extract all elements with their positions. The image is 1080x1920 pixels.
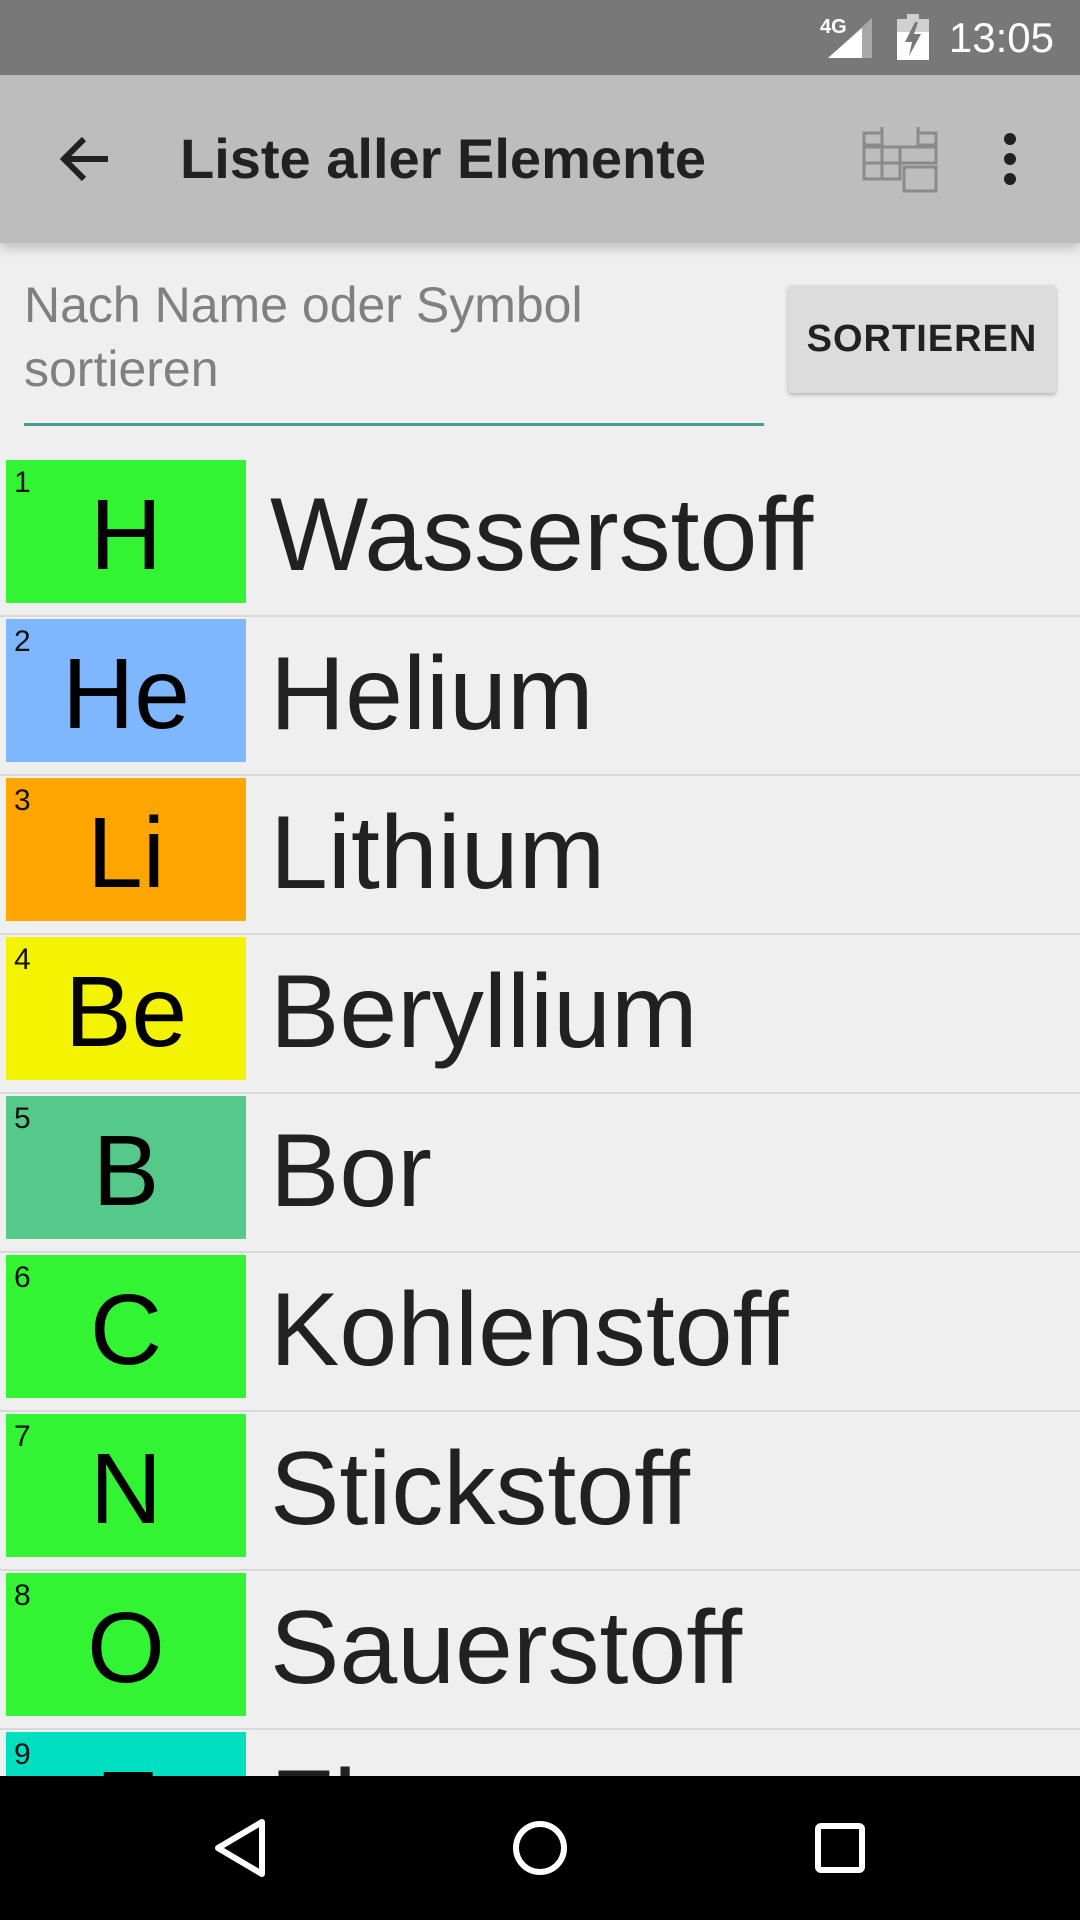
element-atomic-number: 9 [14, 1738, 31, 1771]
element-atomic-number: 4 [14, 943, 31, 976]
page-title: Liste aller Elemente [180, 127, 707, 190]
element-row[interactable]: F9 Fluor [0, 1730, 1080, 1776]
element-atomic-number: 1 [14, 466, 31, 499]
search-row: SORTIEREN [0, 243, 1080, 458]
element-atomic-number: 3 [14, 784, 31, 817]
element-name: Kohlenstoff [270, 1272, 789, 1388]
element-atomic-number: 8 [14, 1579, 31, 1612]
battery-charging-icon [897, 14, 929, 60]
periodic-table-icon [862, 127, 938, 193]
periodic-table-view-button[interactable] [852, 119, 948, 199]
element-symbol: He [62, 638, 190, 750]
element-atomic-number: 5 [14, 1102, 31, 1135]
element-row[interactable]: C 6 Kohlenstoff [0, 1253, 1080, 1412]
element-name: Wasserstoff [270, 477, 814, 593]
nav-home-button[interactable] [490, 1798, 590, 1898]
screen: 4G 13:05 Liste aller Elemente Nach Name … [0, 0, 1080, 1920]
app-toolbar: Liste aller Elemente [0, 75, 1080, 243]
element-symbol: Li [87, 797, 165, 909]
element-row[interactable]: B 5 Bor [0, 1094, 1080, 1253]
element-tile: H1 [6, 460, 246, 603]
arrow-back-icon [59, 136, 108, 182]
element-row[interactable]: N 7 Stickstoff [0, 1412, 1080, 1571]
element-name: Bor [270, 1113, 432, 1229]
element-name: Beryllium [270, 954, 698, 1070]
element-row[interactable]: He 2 Helium [0, 617, 1080, 776]
status-clock: 13:05 [948, 14, 1054, 61]
navigation-bar [0, 1776, 1080, 1920]
element-name: Fluor [270, 1746, 507, 1776]
element-row[interactable]: O 8 Sauerstoff [0, 1571, 1080, 1730]
element-tile: O8 [6, 1573, 246, 1716]
element-atomic-number: 2 [14, 625, 31, 658]
element-symbol: C [89, 1274, 163, 1386]
element-list[interactable]: H 1 Wasserstoff He 2 Helium Li 3 Lithium Be 4 Beryl… [0, 458, 1080, 1776]
element-tile: Li 3 [6, 778, 246, 921]
element-tile: C6 [6, 1255, 246, 1398]
nav-back-icon [215, 1819, 265, 1877]
nav-recents-icon [815, 1823, 865, 1873]
element-name: Sauerstoff [270, 1590, 743, 1706]
back-button[interactable] [34, 109, 134, 209]
element-row[interactable]: H 1 Wasserstoff [0, 458, 1080, 617]
element-tile: He 2 [6, 619, 246, 762]
element-row[interactable]: Li 3 Lithium [0, 776, 1080, 935]
element-symbol: N [89, 1433, 163, 1545]
nav-home-icon [513, 1821, 567, 1875]
element-symbol: O [87, 1592, 165, 1704]
element-symbol: F [6, 1732, 246, 1776]
element-symbol: B [92, 1115, 160, 1227]
element-tile: F9 [6, 1732, 246, 1776]
element-name: Lithium [270, 795, 606, 911]
element-row[interactable]: Be 4 Beryllium [0, 935, 1080, 1094]
overflow-menu-button[interactable] [980, 119, 1040, 199]
search-input[interactable] [24, 273, 764, 426]
more-vert-icon [1004, 133, 1016, 185]
element-name: Helium [270, 636, 594, 752]
element-tile: N7 [6, 1414, 246, 1557]
element-symbol: Be [64, 956, 188, 1068]
element-atomic-number: 6 [14, 1261, 31, 1294]
element-atomic-number: 7 [14, 1420, 31, 1453]
element-tile: B5 [6, 1096, 246, 1239]
sort-button[interactable]: SORTIEREN [788, 285, 1056, 393]
element-tile: Be 4 [6, 937, 246, 1080]
nav-recents-button[interactable] [790, 1798, 890, 1898]
nav-back-button[interactable] [190, 1798, 290, 1898]
element-symbol: H [89, 479, 163, 591]
network-type-label: 4G [820, 16, 847, 38]
element-name: Stickstoff [270, 1431, 691, 1547]
status-bar: 4G 13:05 [0, 0, 1080, 75]
